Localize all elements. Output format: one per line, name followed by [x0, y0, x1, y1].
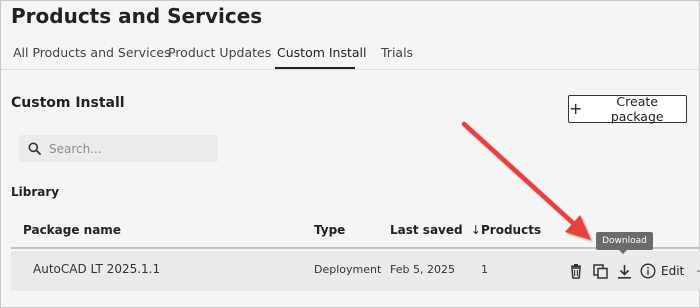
column-header-products[interactable]: Products — [481, 223, 541, 237]
plus-icon: + — [569, 99, 583, 118]
products-cell: 1 — [481, 263, 488, 276]
search-input[interactable] — [49, 141, 209, 156]
tab-custom-install[interactable]: Custom Install — [277, 45, 367, 60]
trash-icon[interactable] — [567, 262, 585, 280]
tab-product-updates[interactable]: Product Updates — [168, 45, 271, 60]
search-box[interactable] — [19, 135, 218, 162]
type-cell: Deployment — [314, 263, 382, 276]
page-title: Products and Services — [11, 4, 263, 28]
sort-descending-icon: ↓ — [470, 223, 481, 237]
create-package-label: Create package — [610, 94, 664, 124]
column-header-last-saved-label: Last saved — [390, 223, 463, 237]
edit-link[interactable]: Edit — [661, 264, 684, 278]
table-row[interactable]: AutoCAD LT 2025.1.1 Deployment Feb 5, 20… — [11, 251, 700, 291]
download-icon[interactable] — [615, 262, 633, 280]
package-name-cell[interactable]: AutoCAD LT 2025.1.1 — [33, 262, 160, 276]
info-icon[interactable] — [639, 262, 657, 280]
window-frame: Products and Services All Products and S… — [0, 0, 700, 308]
column-header-type[interactable]: Type — [314, 223, 345, 237]
row-arrow-icon[interactable]: → — [696, 264, 700, 278]
tab-trials[interactable]: Trials — [381, 45, 413, 60]
search-icon — [19, 142, 49, 155]
row-actions: Edit → — [567, 260, 700, 282]
column-header-package-name[interactable]: Package name — [23, 223, 121, 237]
column-header-last-saved[interactable]: Last saved ↓ — [390, 223, 481, 237]
library-label: Library — [11, 185, 60, 199]
tooltip-tail — [618, 249, 628, 254]
create-package-button[interactable]: + Create package — [568, 94, 687, 124]
tab-all-products[interactable]: All Products and Services — [13, 45, 171, 60]
tabs-divider — [1, 69, 700, 70]
copy-icon[interactable] — [591, 262, 609, 280]
section-title: Custom Install — [11, 95, 125, 111]
download-tooltip: Download — [596, 232, 653, 250]
last-saved-cell: Feb 5, 2025 — [390, 263, 455, 276]
